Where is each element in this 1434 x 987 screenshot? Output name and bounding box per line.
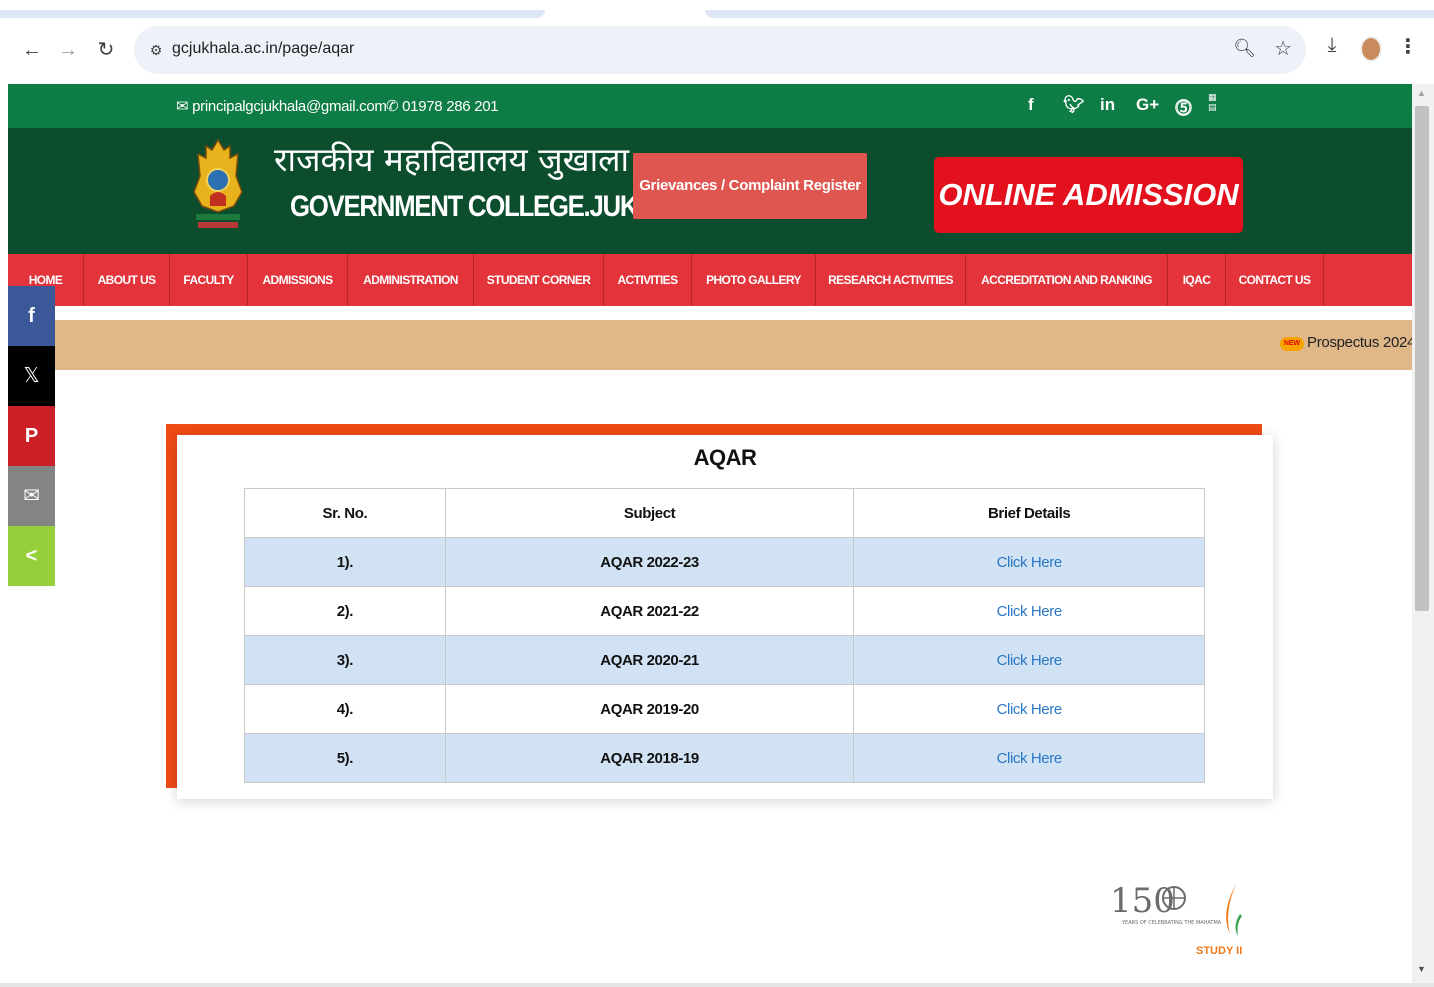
click-here-link[interactable]: Click Here — [853, 586, 1205, 636]
pinterest-icon: P — [24, 425, 39, 447]
subject-cell: AQAR 2021-22 — [444, 586, 855, 636]
grievance-register-button[interactable]: Grievances / Complaint Register — [633, 153, 867, 219]
back-icon[interactable]: ← — [20, 38, 44, 62]
share-more-button[interactable]: < — [8, 526, 55, 586]
nav-accreditation-and-ranking[interactable]: ACCREDITATION AND RANKING — [966, 254, 1168, 306]
new-badge: NEW — [1280, 337, 1304, 351]
column-header-subject: Subject — [444, 488, 855, 538]
logo-150-text: 150 — [1110, 881, 1175, 921]
footer-logos: 150 YEARS OF CELEBRATING THE MAHATMA STU… — [1110, 881, 1242, 957]
share-facebook-button[interactable]: f — [8, 286, 55, 346]
click-here-link[interactable]: Click Here — [853, 684, 1205, 734]
scroll-down-arrow-icon[interactable]: ▼ — [1417, 964, 1426, 974]
sr-no-cell: 1). — [244, 537, 446, 587]
sr-no-cell: 5). — [244, 733, 446, 783]
table-row: 2). AQAR 2021-22 Click Here — [244, 586, 1205, 636]
subject-cell: AQAR 2019-20 — [444, 684, 855, 734]
url-text[interactable]: gcjukhala.ac.in/page/aqar — [172, 40, 354, 58]
click-here-link[interactable]: Click Here — [853, 537, 1205, 587]
google-plus-icon[interactable]: G+ — [1136, 95, 1159, 115]
page-scrollbar[interactable]: ▲ ▼ — [1412, 84, 1434, 987]
horizontal-scrollbar[interactable] — [0, 983, 1434, 987]
nav-student-corner[interactable]: STUDENT CORNER — [474, 254, 604, 306]
column-header-brief-details: Brief Details — [853, 488, 1205, 538]
reload-icon[interactable]: ↻ — [94, 38, 118, 62]
table-row: 3). AQAR 2020-21 Click Here — [244, 635, 1205, 685]
table-row: 1). AQAR 2022-23 Click Here — [244, 537, 1205, 587]
subject-cell: AQAR 2018-19 — [444, 733, 855, 783]
nav-admissions[interactable]: ADMISSIONS — [248, 254, 348, 306]
share-email-button[interactable]: ✉ — [8, 466, 55, 526]
share-x-button[interactable]: 𝕏 — [8, 346, 55, 406]
phone-text: 01978 286 201 — [402, 98, 499, 115]
nav-administration[interactable]: ADMINISTRATION — [348, 254, 474, 306]
nav-faculty[interactable]: FACULTY — [170, 254, 248, 306]
phone-icon: ✆ — [386, 98, 403, 115]
sr-no-cell: 2). — [244, 586, 446, 636]
nav-about-us[interactable]: ABOUT US — [84, 254, 170, 306]
bookmark-star-icon[interactable]: ☆ — [1274, 36, 1292, 61]
gandhi-150-logo: 150 YEARS OF CELEBRATING THE MAHATMA — [1110, 881, 1222, 926]
news-ticker: NEW Prospectus 2024-2 — [8, 320, 1412, 370]
browser-chrome: ← → ↻ ⚙ gcjukhala.ac.in/page/aqar 🔍︎ ☆ ⤓… — [0, 0, 1434, 84]
email-icon: ✉ — [23, 485, 40, 507]
click-here-link[interactable]: Click Here — [853, 635, 1205, 685]
email-text: principalgcjukhala@gmail.com — [192, 98, 387, 115]
x-icon: 𝕏 — [23, 365, 40, 387]
browser-tab[interactable] — [705, 10, 1434, 18]
study-logo-text: STUDY II — [1196, 945, 1242, 957]
sr-no-cell: 4). — [244, 684, 446, 734]
zoom-icon[interactable]: 🔍︎ — [1233, 38, 1256, 59]
envelope-icon: ✉ — [176, 98, 193, 115]
browser-menu-icon[interactable]: ⋮ — [1398, 34, 1418, 64]
page-title: AQAR — [693, 445, 757, 470]
twitter-icon[interactable]: 🐦︎ — [1063, 95, 1085, 115]
scroll-thumb[interactable] — [1415, 106, 1429, 611]
sr-no-cell: 3). — [244, 635, 446, 685]
nav-photo-gallery[interactable]: PHOTO GALLERY — [692, 254, 816, 306]
nav-research-activities[interactable]: RESEARCH ACTIVITIES — [816, 254, 966, 306]
tab-strip — [0, 0, 1434, 18]
online-admission-button[interactable]: ONLINE ADMISSION — [934, 157, 1243, 233]
table-row: 4). AQAR 2019-20 Click Here — [244, 684, 1205, 734]
college-logo[interactable] — [190, 136, 246, 232]
youtube-icon[interactable]: ▦ ▤ — [1208, 92, 1217, 112]
scroll-up-arrow-icon[interactable]: ▲ — [1417, 88, 1426, 98]
profile-avatar[interactable] — [1360, 36, 1382, 62]
pinterest-icon[interactable]: ⓹ — [1175, 94, 1192, 119]
linkedin-icon[interactable]: in — [1100, 95, 1115, 115]
nav-contact-us[interactable]: CONTACT US — [1226, 254, 1324, 306]
forward-icon[interactable]: → — [56, 38, 80, 62]
column-header-sr-no: Sr. No. — [244, 488, 446, 538]
aqar-table: Sr. No. Subject Brief Details 1). AQAR 2… — [244, 488, 1205, 783]
facebook-icon: f — [28, 305, 35, 327]
contact-bar: ✉ principalgcjukhala@gmail.com ✆ 01978 2… — [8, 84, 1412, 128]
aqar-card: AQAR Sr. No. Subject Brief Details 1). A… — [177, 435, 1273, 799]
browser-tab[interactable] — [0, 10, 545, 18]
table-row: 5). AQAR 2018-19 Click Here — [244, 733, 1205, 783]
ticker-link[interactable]: Prospectus 2024-2 — [1307, 334, 1412, 351]
phone-link[interactable]: ✆ 01978 286 201 — [386, 97, 499, 115]
nav-iqac[interactable]: IQAC — [1168, 254, 1226, 306]
web-page: ✉ principalgcjukhala@gmail.com ✆ 01978 2… — [8, 84, 1412, 987]
share-icon: < — [25, 545, 38, 567]
download-icon[interactable]: ⤓ — [1320, 34, 1344, 64]
browser-toolbar: ← → ↻ ⚙ gcjukhala.ac.in/page/aqar 🔍︎ ☆ ⤓… — [0, 18, 1434, 84]
facebook-icon[interactable]: f — [1028, 95, 1034, 115]
share-pinterest-button[interactable]: P — [8, 406, 55, 466]
table-header-row: Sr. No. Subject Brief Details — [244, 488, 1205, 538]
email-link[interactable]: ✉ principalgcjukhala@gmail.com — [176, 97, 387, 115]
subject-cell: AQAR 2022-23 — [444, 537, 855, 587]
main-navigation: HOME ABOUT US FACULTY ADMISSIONS ADMINIS… — [8, 254, 1412, 306]
college-name-hindi: राजकीय महाविद्यालय जुखाला — [274, 140, 630, 179]
click-here-link[interactable]: Click Here — [853, 733, 1205, 783]
logo-150-caption: YEARS OF CELEBRATING THE MAHATMA — [1121, 920, 1222, 926]
site-info-icon[interactable]: ⚙ — [146, 40, 166, 60]
nav-activities[interactable]: ACTIVITIES — [604, 254, 692, 306]
subject-cell: AQAR 2020-21 — [444, 635, 855, 685]
address-bar[interactable]: ⚙ gcjukhala.ac.in/page/aqar 🔍︎ ☆ — [134, 26, 1306, 74]
site-header: राजकीय महाविद्यालय जुखाला GOVERNMENT COL… — [8, 128, 1412, 254]
